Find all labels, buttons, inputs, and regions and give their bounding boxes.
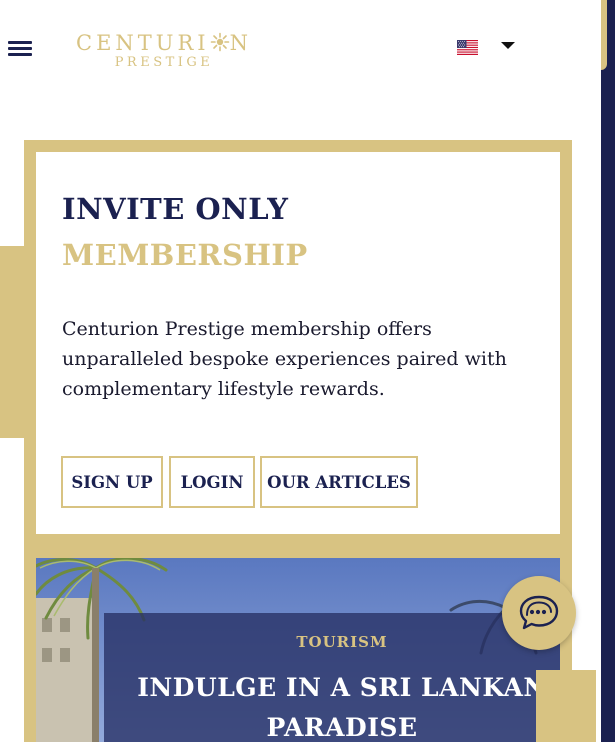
membership-card: INVITE ONLY MEMBERSHIP Centurion Prestig… [36, 152, 560, 534]
chat-bubble-icon [519, 595, 559, 630]
sun-emblem-icon [210, 30, 230, 56]
brand-logo[interactable]: CENTURI N PRESTIGE [64, 30, 264, 70]
logo-wordmark-prefix: CENTURI [76, 31, 210, 55]
hero-description: Centurion Prestige membership offers unp… [62, 318, 507, 400]
article-category: TOURISM [296, 633, 388, 651]
scrollbar-thumb[interactable] [601, 0, 607, 70]
decorative-gold-block [536, 670, 596, 742]
logo-subtitle: PRESTIGE [114, 55, 214, 70]
us-flag-icon [457, 40, 478, 55]
hero-subtitle: MEMBERSHIP [62, 238, 308, 272]
article-overlay: TOURISM INDULGE IN A SRI LANKAN PARADISE [104, 613, 560, 742]
logo-wordmark-suffix: N [229, 31, 252, 55]
chat-button[interactable] [502, 576, 576, 650]
menu-bar [8, 47, 32, 50]
article-headline[interactable]: INDULGE IN A SRI LANKAN PARADISE [104, 668, 560, 742]
login-button[interactable]: LOGIN [169, 456, 255, 508]
menu-bar [8, 53, 32, 56]
language-selector[interactable] [457, 38, 521, 58]
article-card[interactable]: TOURISM INDULGE IN A SRI LANKAN PARADISE [36, 558, 560, 742]
caret-down-icon[interactable] [501, 42, 515, 49]
page-scrollbar[interactable] [601, 0, 615, 742]
hamburger-menu-icon[interactable] [8, 39, 33, 59]
sign-up-button[interactable]: SIGN UP [61, 456, 163, 508]
logo-wordmark: CENTURI N [64, 30, 264, 56]
our-articles-button[interactable]: OUR ARTICLES [260, 456, 418, 508]
menu-bar [8, 41, 32, 44]
hero-title: INVITE ONLY [62, 192, 289, 226]
